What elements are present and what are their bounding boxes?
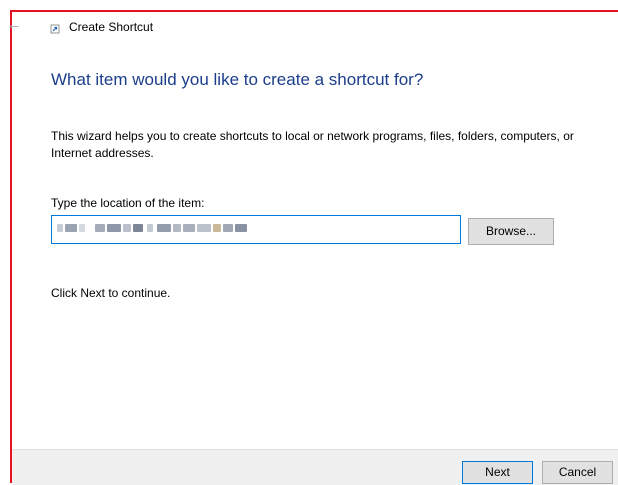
page-heading: What item would you like to create a sho… (51, 70, 424, 89)
title-bar: ← Create Shortcut (7, 12, 618, 42)
next-button[interactable]: Next (462, 461, 533, 484)
location-input[interactable] (51, 215, 461, 244)
shortcut-icon (50, 24, 60, 34)
create-shortcut-dialog: ← Create Shortcut What item would you li… (7, 10, 618, 485)
window-title: Create Shortcut (69, 20, 154, 34)
dialog-footer: Next Cancel (12, 449, 618, 485)
continue-instruction: Click Next to continue. (51, 286, 171, 300)
back-arrow-icon[interactable]: ← (6, 17, 22, 34)
wizard-description: This wizard helps you to create shortcut… (51, 129, 574, 160)
browse-button[interactable]: Browse... (468, 218, 554, 245)
location-label: Type the location of the item: (51, 196, 205, 210)
cancel-button[interactable]: Cancel (542, 461, 613, 484)
